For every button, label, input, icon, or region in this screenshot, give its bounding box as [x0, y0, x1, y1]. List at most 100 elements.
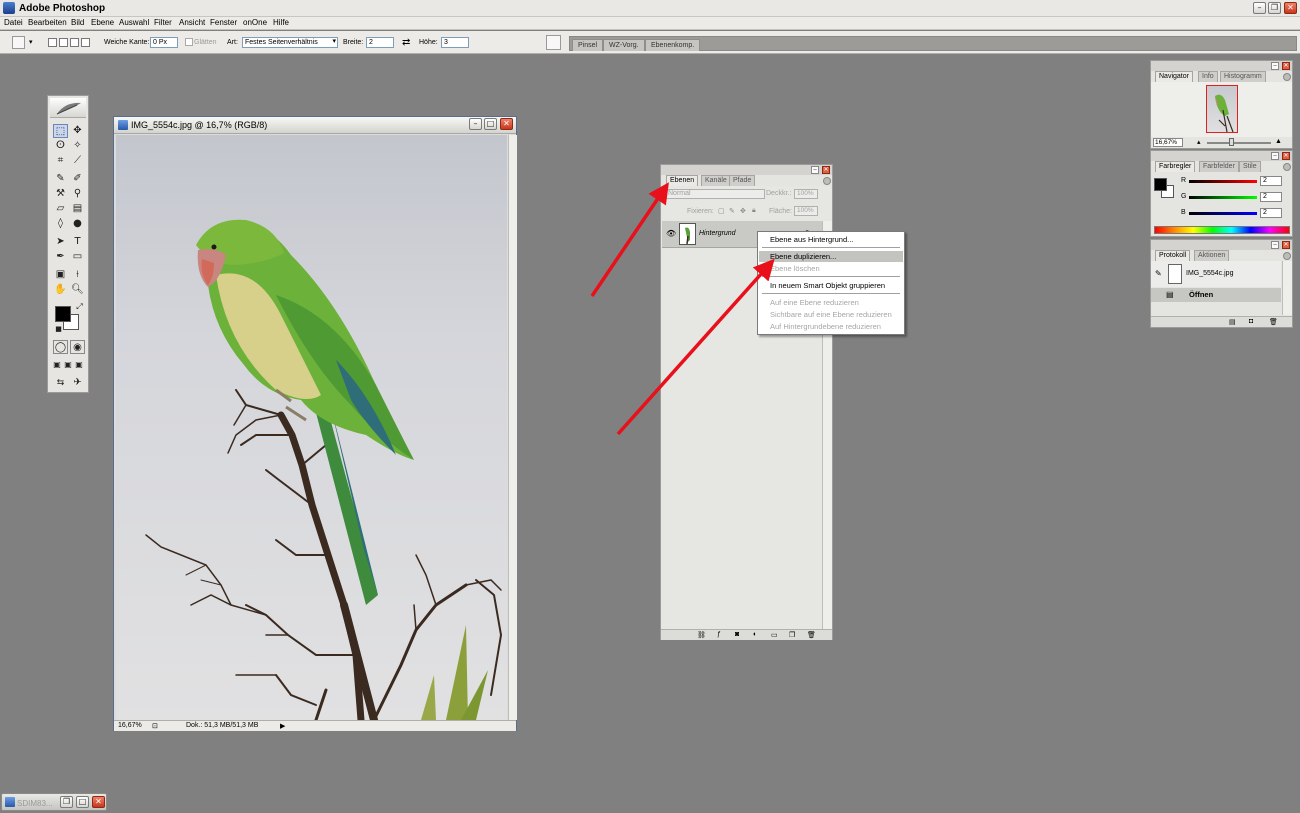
imageready-icon[interactable]: ⇆ — [53, 376, 68, 390]
subtract-selection-icon[interactable] — [70, 38, 79, 47]
menu-ansicht[interactable]: Ansicht — [179, 18, 205, 27]
zoom-out-icon[interactable]: ▴ — [1197, 138, 1201, 146]
move-tool-icon[interactable]: ✥ — [70, 124, 85, 138]
menu-item-ebene-duplizieren[interactable]: Ebene duplizieren... — [759, 251, 903, 262]
lock-pixels-icon[interactable]: ✎ — [729, 207, 735, 215]
menu-hilfe[interactable]: Hilfe — [273, 18, 289, 27]
history-scrollbar[interactable] — [1282, 261, 1292, 315]
jump-icon[interactable]: ✈ — [70, 376, 85, 390]
screen-mode-full-icon[interactable]: ▣ — [74, 358, 84, 372]
navigator-zoom-slider[interactable] — [1207, 142, 1271, 144]
swap-colors-icon[interactable]: ⤢ — [72, 300, 87, 314]
swap-icon[interactable]: ⇄ — [402, 37, 410, 48]
lock-position-icon[interactable]: ✥ — [740, 207, 746, 215]
healing-brush-icon[interactable]: ✎ — [53, 172, 68, 186]
opacity-input[interactable]: 100% — [794, 189, 818, 199]
pen-tool-icon[interactable]: ✒ — [53, 250, 68, 264]
lock-all-icon[interactable]: 🔒︎ — [752, 207, 756, 215]
close-icon[interactable]: ✕ — [1284, 2, 1297, 14]
foreground-color-swatch[interactable] — [1154, 178, 1167, 191]
color-spectrum-bar[interactable] — [1154, 226, 1290, 234]
r-slider[interactable] — [1189, 180, 1257, 183]
well-tab-ebenenkomp[interactable]: Ebenenkomp. — [645, 39, 701, 51]
zoom-readout[interactable]: 16,67% — [118, 722, 142, 729]
width-input[interactable]: 2 — [366, 37, 394, 48]
status-icon[interactable]: ⊡ — [152, 722, 158, 730]
screen-mode-menu-icon[interactable]: ▣ — [63, 358, 73, 372]
tab-navigator[interactable]: Navigator — [1155, 71, 1193, 82]
menu-item-ebene-aus-hintergrund[interactable]: Ebene aus Hintergrund... — [759, 234, 903, 245]
palette-menu-icon[interactable] — [1283, 163, 1291, 171]
new-selection-icon[interactable] — [48, 38, 57, 47]
b-input[interactable]: 2 — [1260, 208, 1282, 218]
tab-pfade[interactable]: Pfade — [729, 175, 756, 186]
palette-menu-icon[interactable] — [823, 177, 831, 185]
delete-layer-icon[interactable]: 🗑︎ — [807, 631, 816, 639]
palette-menu-icon[interactable] — [1283, 252, 1291, 260]
palette-minimize-icon[interactable]: – — [1271, 152, 1279, 160]
layer-mask-icon[interactable]: ◙ — [735, 631, 739, 638]
palette-close-icon[interactable]: ✕ — [1282, 241, 1290, 249]
height-input[interactable]: 3 — [441, 37, 469, 48]
menu-auswahl[interactable]: Auswahl — [119, 18, 149, 27]
layer-style-icon[interactable]: ƒ — [717, 631, 721, 638]
screen-mode-standard-icon[interactable]: ▣ — [52, 358, 62, 372]
new-document-from-state-icon[interactable]: ▤ — [1229, 318, 1236, 326]
add-selection-icon[interactable] — [59, 38, 68, 47]
marquee-tool-icon[interactable]: ⬚ — [53, 124, 68, 138]
type-tool-icon[interactable]: T — [70, 235, 85, 249]
history-state-row[interactable]: ▤ Öffnen — [1151, 288, 1281, 302]
doc-maximize-icon[interactable]: □ — [484, 118, 497, 130]
default-colors-icon[interactable]: ■ — [51, 322, 66, 336]
menu-filter[interactable]: Filter — [154, 18, 172, 27]
history-snapshot-row[interactable]: ✎ IMG_5554c.jpg — [1151, 261, 1281, 287]
zoom-slider-handle[interactable] — [1229, 138, 1234, 146]
tab-info[interactable]: Info — [1198, 71, 1218, 82]
restore-icon[interactable]: ❐ — [1268, 2, 1281, 14]
navigator-view-box[interactable] — [1206, 85, 1238, 133]
palette-minimize-icon[interactable]: – — [811, 166, 819, 174]
new-group-icon[interactable]: ▭ — [771, 631, 778, 639]
vertical-scrollbar[interactable] — [508, 135, 517, 720]
magic-wand-icon[interactable]: ✧ — [70, 139, 85, 153]
gradient-tool-icon[interactable]: ▤ — [70, 202, 85, 216]
lock-transparency-icon[interactable]: ▢ — [718, 207, 725, 215]
b-slider[interactable] — [1189, 212, 1257, 215]
crop-tool-icon[interactable]: ⌗ — [53, 154, 68, 168]
blend-mode-select[interactable]: Normal — [665, 189, 765, 199]
menu-datei[interactable]: Datei — [4, 18, 23, 27]
history-brush-source-icon[interactable]: ✎ — [1155, 269, 1162, 278]
new-layer-icon[interactable]: ❐ — [789, 631, 795, 639]
marquee-preset-icon[interactable] — [12, 36, 25, 49]
doc-close-icon[interactable]: ✕ — [500, 118, 513, 130]
hand-tool-icon[interactable]: ✋ — [53, 283, 68, 297]
tab-aktionen[interactable]: Aktionen — [1194, 250, 1230, 261]
status-menu-arrow-icon[interactable]: ▶ — [280, 722, 285, 730]
standard-mode-icon[interactable]: ◯ — [53, 340, 68, 354]
tab-histogramm[interactable]: Histogramm — [1220, 71, 1266, 82]
minimize-icon[interactable]: – — [1253, 2, 1266, 14]
tab-farbfelder[interactable]: Farbfelder — [1199, 161, 1239, 172]
notes-tool-icon[interactable]: ▣ — [53, 268, 68, 282]
tab-farbregler[interactable]: Farbregler — [1155, 161, 1196, 172]
adjustment-layer-icon[interactable]: ◐ — [753, 631, 757, 638]
navigator-zoom-input[interactable]: 16,67% — [1153, 138, 1183, 147]
clone-stamp-icon[interactable]: ⚒ — [53, 187, 68, 201]
well-tab-wz-vorg[interactable]: WZ-Vorg. — [603, 39, 645, 51]
palette-minimize-icon[interactable]: – — [1271, 62, 1279, 70]
layer-name[interactable]: Hintergrund — [699, 230, 736, 237]
palette-minimize-icon[interactable]: – — [1271, 241, 1279, 249]
shape-tool-icon[interactable]: ▭ — [70, 250, 85, 264]
min-close-icon[interactable]: ✕ — [92, 796, 105, 808]
image-canvas[interactable] — [116, 135, 507, 720]
r-input[interactable]: 2 — [1260, 176, 1282, 186]
zoom-tool-icon[interactable]: 🔍︎ — [70, 283, 85, 297]
antialias-checkbox[interactable] — [185, 38, 193, 46]
style-select[interactable]: Festes Seitenverhältnis ▾ — [242, 37, 338, 48]
brush-tool-icon[interactable]: ✐ — [70, 172, 85, 186]
g-input[interactable]: 2 — [1260, 192, 1282, 202]
menu-item-smart-objekt[interactable]: In neuem Smart Objekt gruppieren — [759, 280, 903, 291]
palette-close-icon[interactable]: ✕ — [822, 166, 830, 174]
new-snapshot-icon[interactable]: ◘ — [1249, 318, 1253, 325]
file-browser-icon[interactable] — [546, 35, 561, 50]
